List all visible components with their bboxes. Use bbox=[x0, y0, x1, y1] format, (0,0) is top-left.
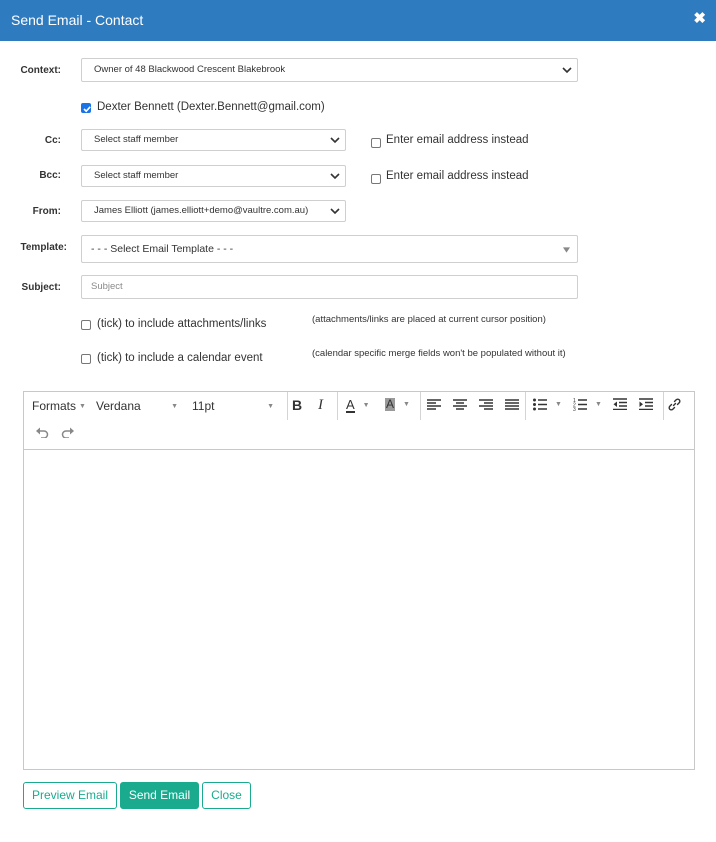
check-icon bbox=[83, 106, 91, 113]
context-label: Context: bbox=[20, 65, 61, 76]
chevron-down-icon bbox=[330, 137, 340, 144]
toolbar-divider bbox=[337, 392, 338, 420]
template-value: - - - Select Email Template - - - bbox=[91, 243, 234, 255]
formats-dropdown[interactable]: Formats ▼ bbox=[32, 399, 86, 413]
link-icon[interactable] bbox=[668, 398, 681, 411]
calendar-checkbox[interactable] bbox=[81, 354, 91, 364]
background-color-label: A bbox=[385, 397, 396, 411]
context-value: Owner of 48 Blackwood Crescent Blakebroo… bbox=[94, 64, 286, 75]
preview-email-button[interactable]: Preview Email bbox=[23, 782, 117, 809]
caret-down-icon: ▼ bbox=[267, 402, 274, 410]
editor-toolbar: Formats ▼ Verdana ▼ 11pt ▼ B I A ▼ A ▼ ▼ 123 bbox=[24, 392, 694, 450]
outdent-icon[interactable] bbox=[613, 398, 627, 410]
bullet-list-icon[interactable] bbox=[533, 398, 547, 411]
caret-down-icon: ▼ bbox=[362, 402, 370, 409]
indent-icon[interactable] bbox=[639, 398, 653, 410]
close-icon[interactable]: ✖ bbox=[693, 9, 706, 27]
template-label: Template: bbox=[20, 242, 68, 253]
font-family-dropdown[interactable]: Verdana ▼ bbox=[96, 399, 178, 413]
bold-label: B bbox=[292, 397, 303, 413]
bcc-email-checkbox[interactable] bbox=[371, 174, 381, 184]
recipient-label: Dexter Bennett (Dexter.Bennett@gmail.com… bbox=[97, 101, 325, 113]
caret-down-icon bbox=[563, 247, 570, 253]
send-email-button[interactable]: Send Email bbox=[120, 782, 199, 809]
calendar-label: (tick) to include a calendar event bbox=[97, 352, 263, 364]
font-color-label: A bbox=[346, 397, 355, 413]
cc-select[interactable]: Select staff member bbox=[81, 129, 346, 151]
from-select[interactable]: James Elliott (james.elliott+demo@vaultr… bbox=[81, 200, 346, 222]
context-select[interactable]: Owner of 48 Blackwood Crescent Blakebroo… bbox=[81, 58, 578, 82]
recipient-checkbox[interactable] bbox=[81, 103, 91, 113]
caret-down-icon[interactable]: ▼ bbox=[555, 401, 562, 408]
toolbar-divider bbox=[663, 392, 664, 420]
font-color-button[interactable]: A ▼ bbox=[346, 398, 370, 413]
bcc-select[interactable]: Select staff member bbox=[81, 165, 346, 187]
chevron-down-icon bbox=[330, 173, 340, 180]
dialog-titlebar: Send Email - Contact ✖ bbox=[0, 0, 716, 41]
close-button[interactable]: Close bbox=[202, 782, 251, 809]
font-size-dropdown[interactable]: 11pt ▼ bbox=[192, 399, 274, 413]
calendar-note: (calendar specific merge fields won't be… bbox=[312, 348, 566, 359]
attachments-note: (attachments/links are placed at current… bbox=[312, 314, 546, 325]
caret-down-icon: ▼ bbox=[171, 402, 178, 410]
bold-button[interactable]: B bbox=[292, 397, 302, 413]
chevron-down-icon bbox=[330, 208, 340, 215]
font-size-label: 11pt bbox=[192, 399, 215, 413]
subject-label: Subject: bbox=[21, 282, 61, 293]
template-select[interactable]: - - - Select Email Template - - - bbox=[81, 235, 578, 263]
italic-label: I bbox=[318, 397, 323, 413]
cc-email-label: Enter email address instead bbox=[386, 134, 529, 146]
align-right-icon[interactable] bbox=[479, 399, 493, 411]
align-center-icon[interactable] bbox=[453, 399, 467, 411]
toolbar-divider bbox=[420, 392, 421, 420]
from-label: From: bbox=[32, 206, 61, 217]
editor-content-area[interactable] bbox=[24, 449, 694, 769]
chevron-down-icon bbox=[562, 67, 572, 74]
caret-down-icon: ▼ bbox=[403, 401, 410, 408]
formats-label: Formats bbox=[32, 399, 77, 413]
align-justify-icon[interactable] bbox=[505, 399, 519, 411]
attachments-checkbox[interactable] bbox=[81, 320, 91, 330]
bcc-label: Bcc: bbox=[39, 170, 61, 181]
bcc-value: Select staff member bbox=[94, 170, 179, 181]
dialog-title: Send Email - Contact bbox=[11, 12, 144, 28]
background-color-button[interactable]: A ▼ bbox=[385, 398, 410, 411]
svg-text:3: 3 bbox=[573, 407, 576, 411]
caret-down-icon: ▼ bbox=[79, 402, 86, 410]
redo-icon[interactable] bbox=[61, 427, 74, 438]
subject-input[interactable]: Subject bbox=[81, 275, 578, 299]
rich-text-editor: Formats ▼ Verdana ▼ 11pt ▼ B I A ▼ A ▼ ▼ 123 bbox=[23, 391, 695, 770]
cc-label: Cc: bbox=[44, 135, 61, 146]
undo-icon[interactable] bbox=[36, 427, 49, 438]
attachments-label: (tick) to include attachments/links bbox=[97, 318, 267, 330]
from-value: James Elliott (james.elliott+demo@vaultr… bbox=[94, 205, 309, 216]
numbered-list-icon[interactable]: 123 bbox=[573, 397, 587, 411]
font-family-label: Verdana bbox=[96, 399, 141, 413]
bcc-email-label: Enter email address instead bbox=[386, 170, 529, 182]
toolbar-divider bbox=[287, 392, 288, 420]
align-left-icon[interactable] bbox=[427, 399, 441, 411]
cc-value: Select staff member bbox=[94, 134, 179, 145]
subject-placeholder: Subject bbox=[91, 281, 123, 292]
italic-button[interactable]: I bbox=[318, 397, 323, 414]
cc-email-checkbox[interactable] bbox=[371, 138, 381, 148]
toolbar-divider bbox=[525, 392, 526, 420]
caret-down-icon[interactable]: ▼ bbox=[595, 401, 602, 408]
